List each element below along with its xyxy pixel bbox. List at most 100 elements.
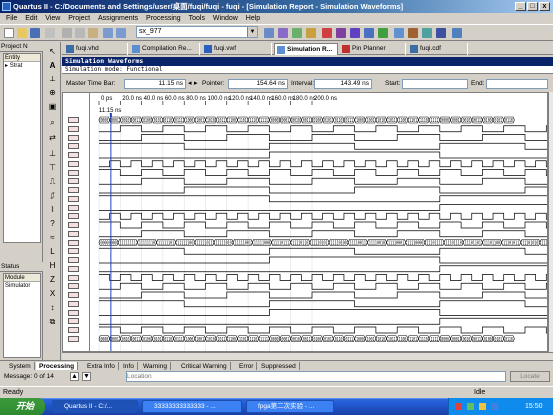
arbitrary-value-icon[interactable]: ?	[47, 218, 58, 229]
signal-icon[interactable]	[68, 309, 79, 316]
security-icon[interactable]	[491, 403, 498, 410]
timing-icon[interactable]	[364, 28, 374, 38]
high-impedance-icon[interactable]: Z	[47, 274, 58, 285]
signal-icon[interactable]	[68, 160, 79, 167]
signal-icon[interactable]	[68, 152, 79, 158]
horizontal-scrollbar[interactable]	[62, 352, 553, 360]
task-fpga-lab[interactable]: fpga第二次实验 - ...	[246, 400, 334, 413]
redo-icon[interactable]	[116, 28, 126, 38]
menu-tools[interactable]: Tools	[189, 15, 205, 22]
save-icon[interactable]	[30, 28, 40, 38]
assign-icon[interactable]	[292, 28, 302, 38]
locate-button[interactable]: Locate	[510, 371, 550, 382]
menu-file[interactable]: File	[6, 15, 17, 22]
group-icon[interactable]: ⧉	[47, 316, 58, 327]
invert-icon[interactable]: ⎍	[47, 176, 58, 187]
input-method-icon[interactable]	[455, 403, 462, 410]
signal-icon[interactable]	[68, 169, 79, 176]
forcing-high-icon[interactable]: ⊤	[47, 162, 58, 173]
stop-icon[interactable]	[322, 28, 332, 38]
compile-icon[interactable]	[336, 28, 346, 38]
paste-icon[interactable]	[88, 28, 98, 38]
expand-icon[interactable]: ▸	[5, 63, 8, 69]
signal-icon[interactable]	[68, 274, 79, 281]
cut-icon[interactable]	[62, 28, 72, 38]
tab-fuqi-cdf[interactable]: fuqi.cdf	[408, 43, 468, 55]
signal-icon[interactable]	[68, 143, 79, 150]
entity-row[interactable]: ▸ Strat	[4, 62, 40, 71]
menu-help[interactable]: Help	[246, 15, 260, 22]
signal-icon[interactable]	[68, 239, 79, 246]
arrow-left-icon[interactable]: ◂	[188, 76, 192, 91]
vertical-scrollbar[interactable]	[548, 92, 553, 352]
signal-icon[interactable]	[68, 248, 79, 255]
waveform-viewer[interactable]: 0 ps 20.0 ns 40.0 ns 60.0 ns 80.0 ns 100.0 ns…	[62, 92, 548, 352]
menu-processing[interactable]: Processing	[146, 15, 181, 22]
random-value-icon[interactable]: ≈	[47, 232, 58, 243]
network-icon[interactable]	[467, 403, 474, 410]
tab-compilation-report[interactable]: Compilation Re...	[130, 43, 200, 55]
zoom-tool-icon[interactable]: ⊕	[47, 87, 58, 98]
dont-care-icon[interactable]: X	[47, 288, 58, 299]
forcing-low-icon[interactable]: ⊥	[47, 148, 58, 159]
signal-icon[interactable]	[68, 292, 79, 298]
maximize-button[interactable]: □	[527, 2, 538, 11]
signal-icon[interactable]	[68, 230, 79, 237]
undo-icon[interactable]	[103, 28, 113, 38]
signal-icon[interactable]	[68, 195, 79, 202]
signal-icon[interactable]	[68, 327, 79, 333]
minimize-button[interactable]: _	[515, 2, 526, 11]
settings-icon[interactable]	[264, 28, 274, 38]
close-button[interactable]: x	[539, 2, 550, 11]
weak-low-icon[interactable]: L	[47, 246, 58, 257]
signal-icon[interactable]	[68, 257, 79, 263]
arrow-up-icon[interactable]: ▲	[70, 372, 79, 381]
help-icon[interactable]	[452, 28, 462, 38]
menu-window[interactable]: Window	[213, 15, 238, 22]
signal-icon[interactable]	[68, 187, 79, 193]
full-screen-icon[interactable]: ▣	[47, 101, 58, 112]
tab-fuqi-vwf[interactable]: fuqi.vwf	[202, 43, 272, 55]
report-icon[interactable]	[394, 28, 404, 38]
entity-combo[interactable]: sx_977 ▼	[136, 26, 258, 38]
arrow-right-icon[interactable]: ▸	[194, 76, 198, 91]
count-value-icon[interactable]: ⎎	[47, 190, 58, 201]
signal-icon[interactable]	[68, 117, 79, 123]
copy-icon[interactable]	[75, 28, 85, 38]
tab-pin-planner[interactable]: Pin Planner	[340, 43, 406, 55]
tab-simulation-report[interactable]: Simulation R...	[274, 43, 338, 55]
weak-high-icon[interactable]: H	[47, 260, 58, 271]
simulate-icon[interactable]	[378, 28, 388, 38]
status-row[interactable]: Simulator	[4, 282, 40, 291]
rtl-viewer-icon[interactable]	[422, 28, 432, 38]
programmer-icon[interactable]	[436, 28, 446, 38]
chip-planner-icon[interactable]	[408, 28, 418, 38]
start-button[interactable]: 开始	[0, 398, 45, 415]
menu-edit[interactable]: Edit	[25, 15, 37, 22]
task-document[interactable]: 33333333333333 - ...	[142, 400, 242, 413]
menu-assignments[interactable]: Assignments	[98, 15, 138, 22]
pins-icon[interactable]	[306, 28, 316, 38]
volume-icon[interactable]	[479, 403, 486, 410]
replace-icon[interactable]: ⇄	[47, 132, 58, 143]
menu-project[interactable]: Project	[68, 15, 90, 22]
open-folder-icon[interactable]	[17, 28, 27, 38]
new-file-icon[interactable]	[4, 28, 14, 38]
signal-icon[interactable]	[68, 204, 79, 211]
signal-icon[interactable]	[68, 222, 79, 228]
signal-icon[interactable]	[68, 125, 79, 132]
master-time-field[interactable]: 11.15 ns	[124, 79, 186, 89]
sort-icon[interactable]: ↕	[47, 302, 58, 313]
chip-icon[interactable]	[278, 28, 288, 38]
waveform-canvas[interactable]: 0 ps 20.0 ns 40.0 ns 60.0 ns 80.0 ns 100.0 ns…	[90, 93, 548, 352]
signal-icon[interactable]	[68, 265, 79, 272]
signal-icon[interactable]	[68, 335, 79, 342]
location-input[interactable]	[126, 371, 506, 382]
edit-tool-icon[interactable]: ⟂	[47, 73, 58, 84]
signal-icon[interactable]	[68, 178, 79, 185]
menu-view[interactable]: View	[45, 15, 60, 22]
clock-icon[interactable]: ⌇	[47, 204, 58, 215]
print-icon[interactable]	[45, 28, 55, 38]
start-analysis-icon[interactable]	[350, 28, 360, 38]
task-quartus[interactable]: Quartus II - C:/...	[52, 400, 138, 413]
